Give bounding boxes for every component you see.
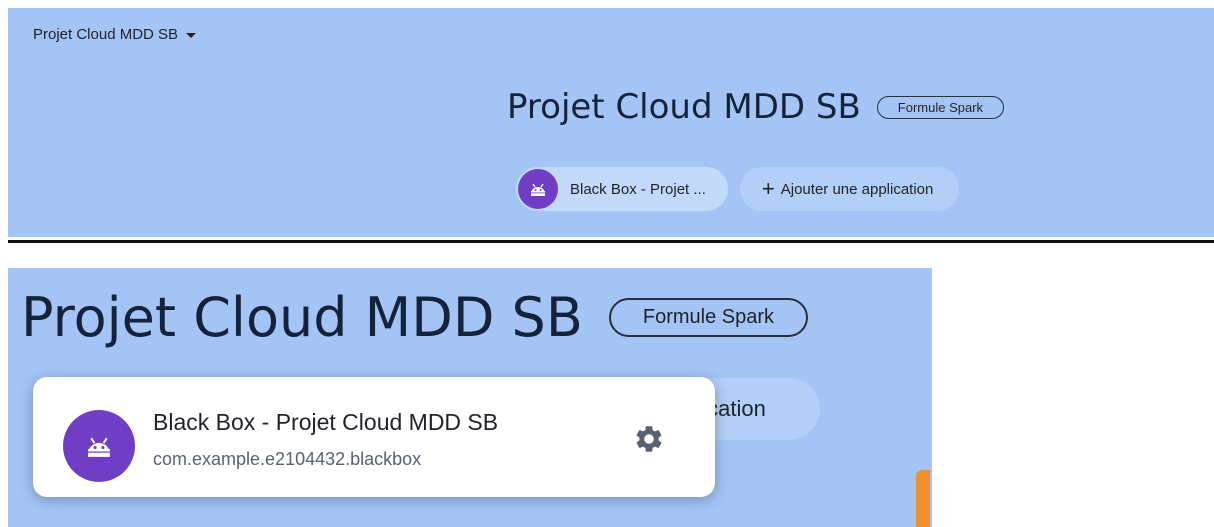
add-app-button[interactable]: + Ajouter une application [739, 167, 960, 211]
add-app-label: Ajouter une application [780, 180, 934, 198]
project-selector-label: Projet Cloud MDD SB [33, 26, 179, 43]
section-divider [8, 240, 1214, 243]
app-package-id: com.example.e2104432.blackbox [153, 449, 422, 469]
android-icon [518, 169, 558, 209]
app-name: Black Box - Projet Cloud MDD SB [153, 409, 499, 435]
plan-badge-zoomed[interactable]: Formule Spark [608, 298, 809, 337]
project-selector-dropdown[interactable]: Projet Cloud MDD SB [33, 26, 197, 43]
gear-icon [636, 426, 662, 452]
project-title-row: Projet Cloud MDD SB Formule Spark [507, 87, 1005, 127]
caret-down-icon [186, 33, 197, 38]
zoomed-title-row: Projet Cloud MDD SB Formule Spark [21, 286, 809, 349]
app-settings-button[interactable] [629, 419, 669, 459]
edge-accent [916, 470, 930, 527]
android-icon [63, 410, 135, 482]
app-popover-card[interactable]: Black Box - Projet Cloud MDD SB com.exam… [33, 377, 715, 497]
project-title: Projet Cloud MDD SB [507, 87, 861, 127]
app-chip-label: Black Box - Projet ... [570, 180, 706, 198]
plus-icon: + [761, 176, 775, 201]
project-title-zoomed: Projet Cloud MDD SB [21, 286, 583, 349]
app-chip-row: Black Box - Projet ... + Ajouter une app… [516, 167, 960, 211]
plan-badge[interactable]: Formule Spark [876, 95, 1005, 119]
app-chip-black-box[interactable]: Black Box - Projet ... [516, 167, 728, 211]
